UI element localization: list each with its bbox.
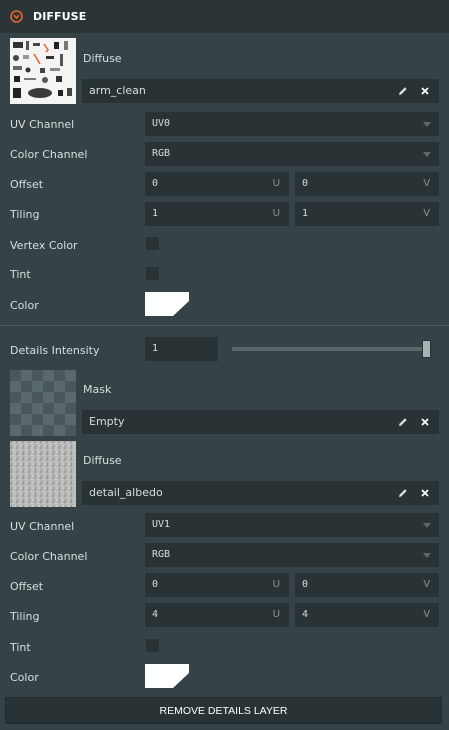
edit-pencil-icon[interactable]: [397, 416, 409, 428]
chevron-down-icon: [423, 122, 431, 127]
detail-tiling-label: Tiling: [10, 610, 40, 623]
color-channel-select[interactable]: RGB: [145, 142, 439, 166]
tint-label: Tint: [10, 268, 31, 281]
detail-diffuse-texture-thumbnail[interactable]: [10, 441, 76, 507]
detail-uv-channel-select[interactable]: UV1: [145, 513, 439, 537]
offset-u-value: 0: [152, 178, 159, 189]
tiling-label: Tiling: [10, 208, 40, 221]
detail-uv-channel-label: UV Channel: [10, 520, 75, 533]
mask-texture-thumbnail[interactable]: [10, 370, 76, 436]
diffuse-texture-field[interactable]: arm_clean: [82, 79, 439, 103]
u-axis-label: U: [272, 178, 280, 189]
detail-color-channel-select[interactable]: RGB: [145, 543, 439, 567]
v-axis-label: V: [423, 609, 430, 620]
detail-offset-label: Offset: [10, 580, 44, 593]
swatch-corner: [173, 301, 189, 316]
tiling-u-value: 1: [152, 208, 159, 219]
swatch-corner: [173, 673, 189, 688]
details-intensity-slider-handle[interactable]: [422, 340, 431, 358]
clear-close-icon[interactable]: [419, 416, 431, 428]
details-intensity-input[interactable]: 1: [145, 337, 218, 361]
detail-color-channel-value: RGB: [152, 549, 171, 560]
u-axis-label: U: [272, 208, 280, 219]
detail-color-swatch[interactable]: [145, 664, 189, 688]
offset-v-value: 0: [302, 178, 309, 189]
color-label: Color: [10, 299, 39, 312]
mask-label: Mask: [83, 383, 112, 396]
edit-pencil-icon[interactable]: [397, 487, 409, 499]
edit-pencil-icon[interactable]: [397, 85, 409, 97]
color-swatch[interactable]: [145, 292, 189, 316]
detail-color-label: Color: [10, 671, 39, 684]
details-intensity-slider-track[interactable]: [232, 347, 427, 351]
chevron-down-icon: [423, 523, 431, 528]
offset-u-input[interactable]: 0 U: [145, 172, 289, 196]
tiling-v-input[interactable]: 1 V: [295, 202, 439, 226]
chevron-down-icon: [423, 152, 431, 157]
detail-uv-channel-value: UV1: [152, 519, 171, 530]
diffuse-texture-thumbnail[interactable]: [10, 38, 76, 104]
panel-header[interactable]: DIFFUSE: [0, 0, 449, 33]
detail-tiling-u-input[interactable]: 4 U: [145, 603, 289, 627]
offset-v-input[interactable]: 0 V: [295, 172, 439, 196]
detail-tiling-u-value: 4: [152, 609, 159, 620]
uv-channel-value: UV0: [152, 118, 171, 129]
vertex-color-label: Vertex Color: [10, 239, 78, 252]
detail-tint-checkbox[interactable]: [146, 639, 159, 652]
detail-color-channel-label: Color Channel: [10, 550, 88, 563]
u-axis-label: U: [272, 609, 280, 620]
detail-diffuse-texture-name: detail_albedo: [89, 486, 163, 499]
detail-tint-label: Tint: [10, 641, 31, 654]
detail-offset-u-input[interactable]: 0 U: [145, 573, 289, 597]
detail-offset-u-value: 0: [152, 579, 159, 590]
uv-channel-select[interactable]: UV0: [145, 112, 439, 136]
u-axis-label: U: [272, 579, 280, 590]
v-axis-label: V: [423, 579, 430, 590]
color-channel-label: Color Channel: [10, 148, 88, 161]
detail-offset-v-value: 0: [302, 579, 309, 590]
detail-tiling-v-input[interactable]: 4 V: [295, 603, 439, 627]
diffuse-texture-name: arm_clean: [89, 84, 146, 97]
v-axis-label: V: [423, 178, 430, 189]
clear-close-icon[interactable]: [419, 487, 431, 499]
tiling-v-value: 1: [302, 208, 309, 219]
detail-tiling-v-value: 4: [302, 609, 309, 620]
tiling-u-input[interactable]: 1 U: [145, 202, 289, 226]
vertex-color-checkbox[interactable]: [146, 237, 159, 250]
detail-offset-v-input[interactable]: 0 V: [295, 573, 439, 597]
v-axis-label: V: [423, 208, 430, 219]
detail-diffuse-texture-field[interactable]: detail_albedo: [82, 481, 439, 505]
detail-diffuse-label: Diffuse: [83, 454, 122, 467]
diffuse-label: Diffuse: [83, 52, 122, 65]
mask-texture-field[interactable]: Empty: [82, 410, 439, 434]
chevron-down-icon: [423, 553, 431, 558]
collapse-toggle-icon[interactable]: [10, 10, 23, 23]
remove-details-layer-button[interactable]: REMOVE DETAILS LAYER: [5, 697, 442, 724]
details-intensity-label: Details Intensity: [10, 344, 100, 357]
offset-label: Offset: [10, 178, 44, 191]
color-channel-value: RGB: [152, 148, 171, 159]
tint-checkbox[interactable]: [146, 267, 159, 280]
clear-close-icon[interactable]: [419, 85, 431, 97]
uv-channel-label: UV Channel: [10, 118, 75, 131]
section-divider: [0, 325, 449, 326]
panel-title: DIFFUSE: [33, 10, 87, 23]
details-intensity-value: 1: [152, 343, 159, 354]
mask-texture-name: Empty: [89, 415, 125, 428]
